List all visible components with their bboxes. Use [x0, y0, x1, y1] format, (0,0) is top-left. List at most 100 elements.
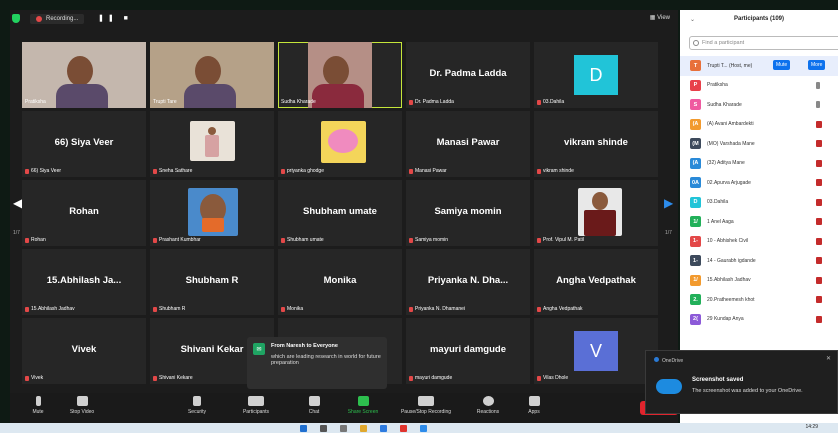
zoom-icon[interactable]	[420, 425, 427, 432]
participant-row[interactable]: (M (MO) Varshada Mane	[680, 134, 838, 154]
video-tile-dr-padma-ladda[interactable]: Dr. Padma Ladda Dr. Padma Ladda	[406, 42, 530, 108]
video-tile-vilas-dhole[interactable]: V Vilas Dhole	[534, 318, 658, 384]
muted-mic-icon[interactable]	[816, 257, 822, 264]
tile-label-text: Samiya momin	[415, 237, 449, 243]
tile-name-label: Rohan	[25, 237, 46, 243]
chrome-icon[interactable]	[400, 425, 407, 432]
participant-row[interactable]: 0A 02.Apurva Arjugade	[680, 173, 838, 193]
muted-mic-icon	[25, 306, 29, 312]
recording-label: Pause/Stop Recording	[400, 409, 452, 415]
reactions-button[interactable]: Reactions	[466, 396, 510, 415]
video-tile-15-abhilash-jadhav[interactable]: 15.Abhilash Ja... 15.Abhilash Jadhav	[22, 249, 146, 315]
participant-row[interactable]: P Pratiksha	[680, 76, 838, 96]
view-button[interactable]: ▦ View	[650, 14, 670, 21]
muted-mic-icon[interactable]	[816, 218, 822, 225]
tile-name-label: Sudha Kharade	[281, 99, 316, 105]
participant-row[interactable]: (A (A) Avani Ambardekti	[680, 115, 838, 135]
security-button[interactable]: Security	[175, 396, 219, 415]
muted-mic-icon[interactable]	[816, 159, 822, 167]
task-view-icon[interactable]	[340, 425, 347, 432]
muted-mic-icon[interactable]	[816, 237, 822, 245]
mute-button[interactable]: Mute	[16, 396, 60, 415]
stop-video-button[interactable]: Stop Video	[60, 396, 104, 415]
video-tile-manasi-pawar[interactable]: Manasi Pawar Manasi Pawar	[406, 111, 530, 177]
muted-mic-icon[interactable]	[816, 276, 822, 284]
tile-label-text: priyanka ghodge	[287, 168, 324, 174]
mic-icon[interactable]	[816, 81, 820, 89]
apps-button[interactable]: Apps	[512, 396, 556, 415]
tile-name-label: Prashant Kumbhar	[153, 237, 201, 243]
share-screen-button[interactable]: Share Screen	[341, 396, 385, 415]
muted-mic-icon[interactable]	[816, 140, 822, 147]
video-tile-trupti-tare[interactable]: Trupti Tare	[150, 42, 274, 108]
tile-label-text: Dr. Padma Ladda	[415, 99, 454, 105]
mute-participant-button[interactable]: Mute	[773, 60, 791, 70]
chat-button[interactable]: Chat	[292, 396, 336, 415]
participant-row[interactable]: S Sudha Kharade	[680, 95, 838, 115]
chat-notification[interactable]: ✉ From Naresh to Everyone which are lead…	[247, 337, 387, 389]
security-shield-icon[interactable]	[12, 14, 20, 23]
tile-name-label: vikram shinde	[537, 168, 574, 174]
notification-title: Screenshot saved	[692, 377, 744, 383]
video-tile-monika[interactable]: Monika Monika	[278, 249, 402, 315]
video-tile-prof-vipul-m-patil[interactable]: Prof. Vipul M. Patil	[534, 180, 658, 246]
muted-mic-icon[interactable]	[816, 120, 822, 128]
video-tile-prashant-kumbhar[interactable]: Prashant Kumbhar	[150, 180, 274, 246]
muted-mic-icon	[537, 237, 541, 243]
video-tile-vivek[interactable]: Vivek Vivek	[22, 318, 146, 384]
search-icon[interactable]	[320, 425, 327, 432]
participants-button[interactable]: Participants	[234, 396, 278, 415]
participant-row[interactable]: 2(29 Kundap Anya	[680, 310, 838, 330]
participant-row[interactable]: 1/1 Anel Aaga	[680, 212, 838, 232]
video-tile-angha-vedpathak[interactable]: Angha Vedpathak Angha Vedpathak	[534, 249, 658, 315]
prev-page-icon[interactable]: ◀	[13, 196, 22, 210]
muted-mic-icon[interactable]	[816, 198, 822, 206]
next-page-icon[interactable]: ▶	[664, 196, 673, 210]
video-tile-mayuri-damgude[interactable]: mayuri damgude mayuri damgude	[406, 318, 530, 384]
video-tile-sudha-kharade[interactable]: Sudha Kharade	[278, 42, 402, 108]
participant-row[interactable]: 1- 10 - Abhishek Civil	[680, 232, 838, 252]
mic-icon[interactable]	[816, 101, 820, 108]
participant-row[interactable]: D 03.Dahila	[680, 193, 838, 213]
muted-mic-icon[interactable]	[816, 296, 822, 303]
participant-search-input[interactable]: Find a participant	[689, 36, 838, 50]
tile-display-name: Shubham R	[185, 275, 239, 286]
muted-mic-icon	[153, 237, 157, 243]
video-tile-03-dahila[interactable]: D 03.Dahila	[534, 42, 658, 108]
view-label: View	[657, 15, 670, 21]
participant-row[interactable]: T Trupti T... (Host, me) Mute More	[680, 56, 838, 76]
muted-mic-icon[interactable]	[816, 179, 822, 186]
chat-sender: From Naresh to Everyone	[271, 343, 338, 349]
video-tile-priyanka-ghodge[interactable]: priyanka ghodge	[278, 111, 402, 177]
video-tile-rohan[interactable]: Rohan Rohan	[22, 180, 146, 246]
participant-name: 14 - Gaurabh igdande	[707, 257, 756, 264]
participant-row[interactable]: 1/15.Abhilash Jadhav	[680, 271, 838, 291]
video-tile-priyanka-n-dhamanei[interactable]: Priyanka N. Dha... Priyanka N. Dhamanei	[406, 249, 530, 315]
video-tile-samiya-momin[interactable]: Samiya momin Samiya momin	[406, 180, 530, 246]
recording-controls[interactable]: ❚❚ ■	[98, 14, 132, 22]
close-icon[interactable]: ✕	[826, 355, 831, 362]
video-tile-shubham-umate[interactable]: Shubham umate Shubham umate	[278, 180, 402, 246]
video-tile-pratiksha[interactable]: Pratiksha	[22, 42, 146, 108]
video-tile-vikram-shinde[interactable]: vikram shinde vikram shinde	[534, 111, 658, 177]
participant-row[interactable]: 1- 14 - Gaurabh igdande	[680, 251, 838, 271]
tile-name-label: 15.Abhilash Jadhav	[25, 306, 75, 312]
muted-mic-icon	[153, 168, 157, 174]
meeting-toolbar: Mute Stop Video Security Participants Ch…	[10, 393, 678, 423]
participant-name: (A) Avani Ambardekti	[707, 121, 754, 128]
more-options-button[interactable]: More	[808, 60, 826, 70]
video-tile-sneha-sathare[interactable]: Sneha Sathare	[150, 111, 274, 177]
muted-mic-icon	[281, 237, 285, 243]
video-tile-shubham-r[interactable]: Shubham R Shubham R	[150, 249, 274, 315]
muted-mic-icon[interactable]	[816, 315, 822, 323]
edge-icon[interactable]	[380, 425, 387, 432]
shield-icon	[193, 396, 201, 406]
participant-row[interactable]: 2. 20.Pratheemesh khot	[680, 290, 838, 310]
participant-row[interactable]: (A (32) Aditya Mane	[680, 154, 838, 174]
file-explorer-icon[interactable]	[360, 425, 367, 432]
tile-name-label: mayuri damgude	[409, 375, 452, 381]
pause-stop-recording-button[interactable]: Pause/Stop Recording	[396, 396, 456, 415]
onedrive-notification[interactable]: OneDrive ✕ Screenshot saved The screensh…	[645, 350, 838, 414]
start-icon[interactable]	[300, 425, 307, 432]
video-tile-66-siya-veer[interactable]: 66) Siya Veer 66) Siya Veer	[22, 111, 146, 177]
